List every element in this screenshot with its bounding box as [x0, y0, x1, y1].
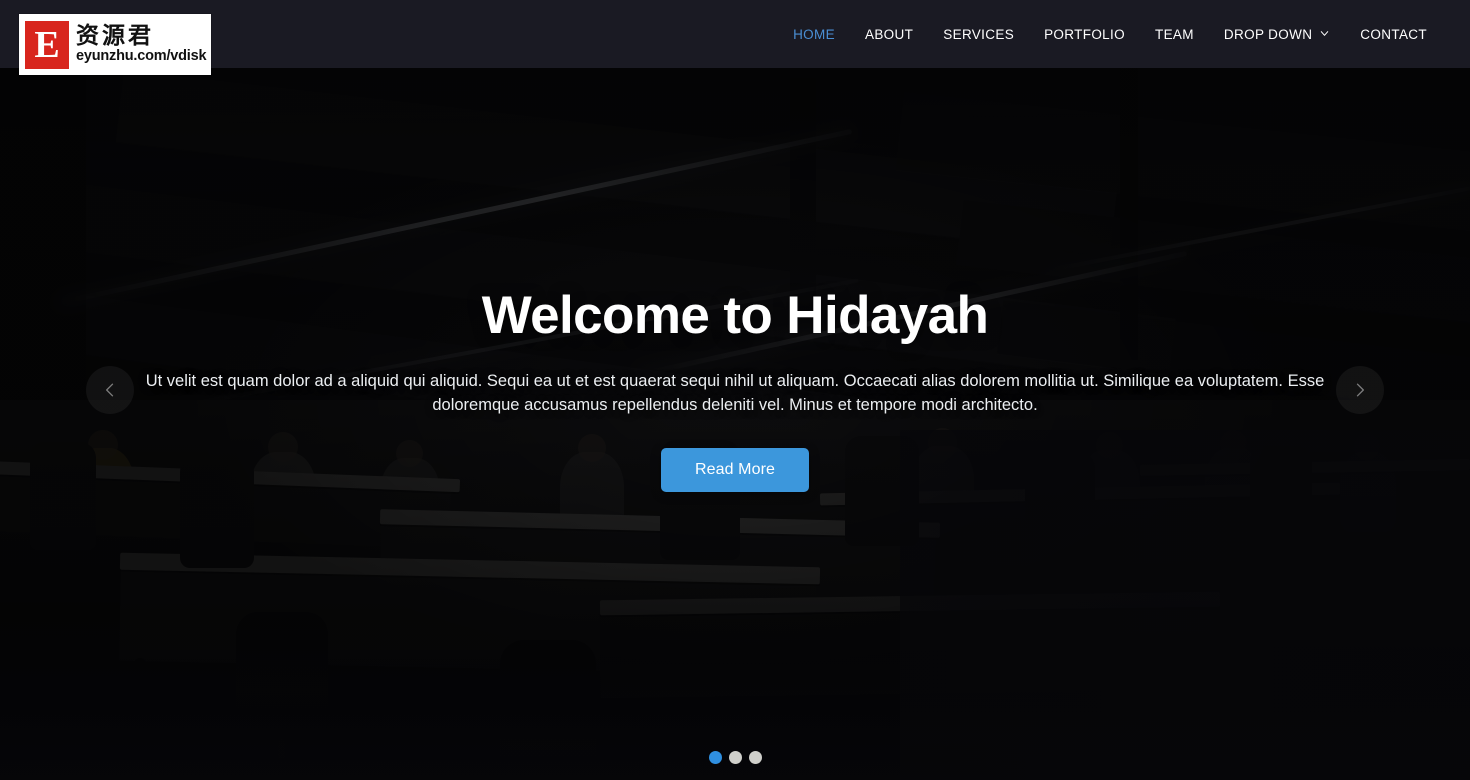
watermark-text: 资源君 eyunzhu.com/vdisk	[76, 23, 207, 64]
carousel-indicators	[0, 751, 1470, 764]
nav-label: SERVICES	[943, 26, 1015, 42]
hero-carousel: Welcome to Hidayah Ut velit est quam dol…	[0, 0, 1470, 780]
page-root: Welcome to Hidayah Ut velit est quam dol…	[0, 0, 1470, 780]
main-navigation: HOME ABOUT SERVICES PORTFOLIO TEAM DROP …	[778, 27, 1442, 42]
carousel-dot-2[interactable]	[728, 751, 742, 764]
hero-content: Welcome to Hidayah Ut velit est quam dol…	[0, 0, 1470, 780]
read-more-button[interactable]: Read More	[660, 447, 810, 492]
nav-item-contact[interactable]: CONTACT	[1345, 27, 1442, 42]
nav-item-about[interactable]: ABOUT	[850, 27, 928, 42]
carousel-prev-button[interactable]	[86, 366, 134, 414]
nav-label: CONTACT	[1360, 26, 1427, 42]
chevron-down-icon	[1319, 27, 1330, 42]
watermark-url: eyunzhu.com/vdisk	[76, 47, 207, 64]
nav-item-home[interactable]: HOME	[778, 27, 850, 42]
nav-item-portfolio[interactable]: PORTFOLIO	[1029, 27, 1140, 42]
watermark-cn-text: 资源君	[76, 23, 154, 50]
watermark-logo-badge: E	[25, 20, 69, 69]
nav-item-services[interactable]: SERVICES	[928, 27, 1029, 42]
nav-label: ABOUT	[864, 26, 914, 42]
watermark-overlay: E 资源君 eyunzhu.com/vdisk	[19, 14, 211, 75]
carousel-next-button[interactable]	[1336, 366, 1384, 414]
chevron-left-icon	[100, 380, 120, 400]
carousel-dot-3[interactable]	[748, 751, 762, 764]
hero-title: Welcome to Hidayah	[481, 286, 989, 346]
nav-label: HOME	[793, 26, 835, 42]
nav-label: TEAM	[1154, 26, 1194, 42]
chevron-right-icon	[1350, 380, 1370, 400]
nav-label: DROP DOWN	[1223, 26, 1313, 42]
hero-subtitle: Ut velit est quam dolor ad a aliquid qui…	[145, 371, 1325, 414]
carousel-dot-1[interactable]	[708, 751, 722, 764]
nav-label: PORTFOLIO	[1044, 26, 1125, 42]
watermark-badge-letter: E	[34, 23, 60, 66]
site-header: Hidayah HOME ABOUT SERVICES PORTFOLIO TE…	[0, 0, 1470, 68]
nav-item-drop-down[interactable]: DROP DOWN	[1209, 27, 1345, 42]
nav-item-team[interactable]: TEAM	[1140, 27, 1209, 42]
